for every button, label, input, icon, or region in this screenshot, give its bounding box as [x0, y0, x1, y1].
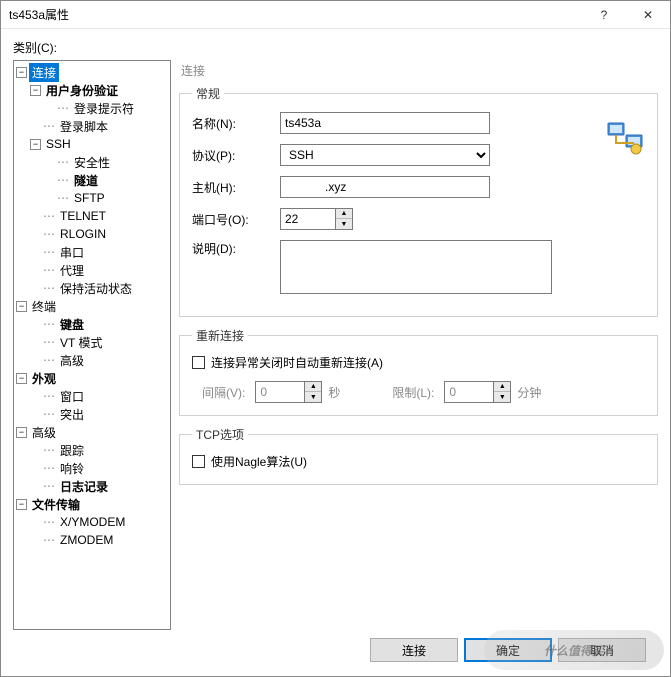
collapse-icon[interactable]: − — [30, 139, 41, 150]
limit-label: 限制(L): — [392, 384, 434, 401]
tree-node-tunnel[interactable]: ⋯隧道 — [44, 171, 170, 189]
port-label: 端口号(O): — [192, 211, 280, 228]
cancel-button[interactable]: 取消 — [558, 638, 646, 662]
auto-reconnect-checkbox[interactable] — [192, 356, 205, 369]
tree-node-login-script[interactable]: ⋯登录脚本 — [30, 117, 170, 135]
window-title: ts453a属性 — [9, 6, 582, 23]
tree-node-highlight[interactable]: ⋯突出 — [30, 405, 170, 423]
seconds-label: 秒 — [328, 384, 340, 401]
collapse-icon[interactable]: − — [16, 301, 27, 312]
spin-down-icon[interactable]: ▼ — [494, 392, 510, 402]
category-label: 类别(C): — [13, 39, 658, 56]
main-area: − 连接 − 用户身份验证 ⋯登录提示符 — [13, 60, 658, 630]
interval-label: 间隔(V): — [202, 384, 245, 401]
interval-spinner[interactable]: ▲▼ — [255, 381, 322, 403]
port-input[interactable] — [280, 208, 336, 230]
tree-node-advanced[interactable]: −高级 — [16, 423, 170, 441]
nagle-checkbox[interactable] — [192, 455, 205, 468]
tree-node-security[interactable]: ⋯安全性 — [44, 153, 170, 171]
spin-up-icon[interactable]: ▲ — [336, 209, 352, 219]
tree-node-telnet[interactable]: ⋯TELNET — [30, 207, 170, 225]
tree-node-appearance[interactable]: −外观 — [16, 369, 170, 387]
dialog-body: 类别(C): − 连接 − 用户身份验证 — [1, 29, 670, 676]
protocol-label: 协议(P): — [192, 147, 280, 164]
tree-node-serial[interactable]: ⋯串口 — [30, 243, 170, 261]
port-spinner[interactable]: ▲▼ — [280, 208, 353, 230]
network-icon — [606, 119, 646, 155]
reconnect-group: 重新连接 连接异常关闭时自动重新连接(A) 间隔(V): ▲▼ 秒 限制(L — [179, 327, 658, 416]
tree-node-keepalive[interactable]: ⋯保持活动状态 — [30, 279, 170, 297]
limit-input[interactable] — [444, 381, 494, 403]
desc-label: 说明(D): — [192, 240, 280, 257]
host-label: 主机(H): — [192, 179, 280, 196]
collapse-icon[interactable]: − — [16, 427, 27, 438]
spin-down-icon[interactable]: ▼ — [336, 219, 352, 229]
host-input[interactable] — [280, 176, 490, 198]
tcp-group: TCP选项 使用Nagle算法(U) — [179, 426, 658, 485]
name-input[interactable] — [280, 112, 490, 134]
category-tree[interactable]: − 连接 − 用户身份验证 ⋯登录提示符 — [13, 60, 171, 630]
connect-button[interactable]: 连接 — [370, 638, 458, 662]
minutes-label: 分钟 — [517, 384, 541, 401]
tree-node-rlogin[interactable]: ⋯RLOGIN — [30, 225, 170, 243]
interval-input[interactable] — [255, 381, 305, 403]
protocol-select[interactable]: SSH — [280, 144, 490, 166]
tree-node-file-transfer[interactable]: −文件传输 — [16, 495, 170, 513]
help-button[interactable]: ? — [582, 1, 626, 29]
auto-reconnect-label: 连接异常关闭时自动重新连接(A) — [211, 354, 383, 371]
tree-node-sftp[interactable]: ⋯SFTP — [44, 189, 170, 207]
tree-node-trace[interactable]: ⋯跟踪 — [30, 441, 170, 459]
spin-down-icon[interactable]: ▼ — [305, 392, 321, 402]
spin-up-icon[interactable]: ▲ — [494, 382, 510, 392]
settings-panel: 连接 常规 名称(N): 协议(P): SSH 主机(H): — [179, 60, 658, 630]
description-textarea[interactable] — [280, 240, 552, 294]
tree-node-login-prompt[interactable]: ⋯登录提示符 — [44, 99, 170, 117]
spin-up-icon[interactable]: ▲ — [305, 382, 321, 392]
tree-node-window[interactable]: ⋯窗口 — [30, 387, 170, 405]
close-button[interactable]: ✕ — [626, 1, 670, 29]
section-title: 连接 — [181, 62, 658, 79]
collapse-icon[interactable]: − — [16, 373, 27, 384]
tree-node-bell[interactable]: ⋯响铃 — [30, 459, 170, 477]
tree-node-proxy[interactable]: ⋯代理 — [30, 261, 170, 279]
dialog-footer: 连接 确定 取消 — [13, 630, 658, 674]
tree-node-terminal-advanced[interactable]: ⋯高级 — [30, 351, 170, 369]
tree-node-vt-mode[interactable]: ⋯VT 模式 — [30, 333, 170, 351]
titlebar: ts453a属性 ? ✕ — [1, 1, 670, 29]
tree-node-connection[interactable]: − 连接 — [16, 63, 170, 81]
collapse-icon[interactable]: − — [16, 67, 27, 78]
tree-node-terminal[interactable]: −终端 — [16, 297, 170, 315]
properties-dialog: ts453a属性 ? ✕ 类别(C): − 连接 — [0, 0, 671, 677]
tcp-legend: TCP选项 — [192, 426, 248, 443]
collapse-icon[interactable]: − — [30, 85, 41, 96]
name-label: 名称(N): — [192, 115, 280, 132]
tree-node-ssh[interactable]: − SSH — [30, 135, 170, 153]
nagle-label: 使用Nagle算法(U) — [211, 453, 307, 470]
ok-button[interactable]: 确定 — [464, 638, 552, 662]
tree-node-xymodem[interactable]: ⋯X/YMODEM — [30, 513, 170, 531]
general-group: 常规 名称(N): 协议(P): SSH 主机(H): — [179, 85, 658, 317]
general-legend: 常规 — [192, 85, 224, 102]
limit-spinner[interactable]: ▲▼ — [444, 381, 511, 403]
tree-node-log[interactable]: ⋯日志记录 — [30, 477, 170, 495]
collapse-icon[interactable]: − — [16, 499, 27, 510]
tree-node-zmodem[interactable]: ⋯ZMODEM — [30, 531, 170, 549]
tree-node-user-auth[interactable]: − 用户身份验证 — [30, 81, 170, 99]
tree-node-keyboard[interactable]: ⋯键盘 — [30, 315, 170, 333]
reconnect-legend: 重新连接 — [192, 327, 248, 344]
